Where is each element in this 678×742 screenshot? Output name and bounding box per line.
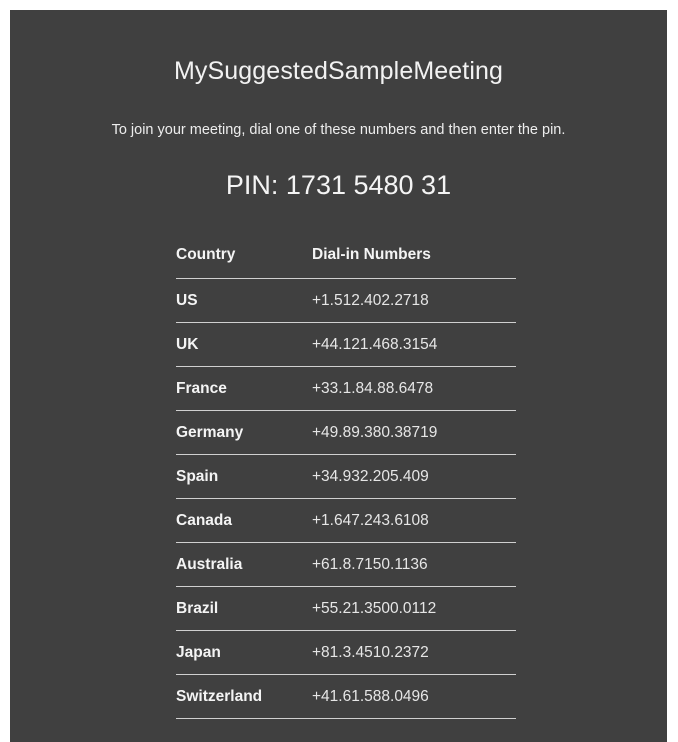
dial-in-number[interactable]: +1.647.243.6108 (312, 512, 516, 530)
table-row: Canada +1.647.243.6108 (176, 499, 516, 543)
table-row: Brazil +55.21.3500.0112 (176, 587, 516, 631)
country-name: Australia (176, 555, 243, 573)
dial-in-number[interactable]: +44.121.468.3154 (312, 336, 516, 354)
table-row: US +1.512.402.2718 (176, 279, 516, 323)
country-name: Japan (176, 643, 221, 661)
meeting-pin: PIN: 1731 5480 31 (225, 170, 452, 200)
country-name: Switzerland (176, 687, 263, 705)
country-name: UK (176, 335, 199, 353)
dial-in-number[interactable]: +81.3.4510.2372 (312, 644, 516, 662)
country-name: France (176, 379, 227, 397)
dial-in-number[interactable]: +33.1.84.88.6478 (312, 380, 516, 398)
column-header-country: Country (176, 246, 236, 263)
table-row: Germany +49.89.380.38719 (176, 411, 516, 455)
table-row: France +33.1.84.88.6478 (176, 367, 516, 411)
country-name: Germany (176, 423, 244, 441)
dial-in-number[interactable]: +1.512.402.2718 (312, 292, 516, 310)
dial-in-number[interactable]: +49.89.380.38719 (312, 424, 516, 442)
table-row: Switzerland +41.61.588.0496 (176, 675, 516, 719)
join-instructions: To join your meeting, dial one of these … (111, 122, 566, 138)
table-header-row: Country Dial-in Numbers (176, 244, 516, 279)
country-name: Brazil (176, 599, 219, 617)
country-name: Spain (176, 467, 219, 485)
dial-in-number[interactable]: +41.61.588.0496 (312, 688, 516, 706)
country-name: Canada (176, 511, 232, 529)
table-row: Spain +34.932.205.409 (176, 455, 516, 499)
country-name: US (176, 291, 198, 309)
column-header-dial-in-numbers: Dial-in Numbers (312, 246, 431, 263)
table-row: Japan +81.3.4510.2372 (176, 631, 516, 675)
meeting-title: MySuggestedSampleMeeting (174, 57, 503, 85)
dial-in-number[interactable]: +34.932.205.409 (312, 468, 516, 486)
table-row: UK +44.121.468.3154 (176, 323, 516, 367)
table-row: Australia +61.8.7150.1136 (176, 543, 516, 587)
dial-in-number[interactable]: +61.8.7150.1136 (312, 556, 516, 574)
dial-in-table: Country Dial-in Numbers US +1.512.402.27… (176, 244, 516, 719)
dial-in-number[interactable]: +55.21.3500.0112 (312, 600, 516, 618)
meeting-panel: MySuggestedSampleMeeting To join your me… (10, 10, 667, 742)
